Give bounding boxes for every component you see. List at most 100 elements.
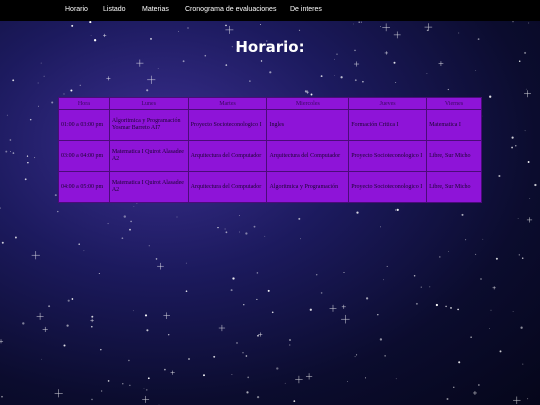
star bbox=[453, 386, 455, 388]
star bbox=[157, 68, 159, 69]
star bbox=[245, 232, 248, 235]
star bbox=[1, 241, 4, 244]
star bbox=[225, 64, 228, 66]
star bbox=[354, 79, 357, 82]
star bbox=[27, 161, 29, 164]
sparkle-star bbox=[295, 375, 303, 384]
star bbox=[128, 359, 130, 362]
star bbox=[101, 390, 103, 392]
star bbox=[362, 80, 364, 83]
star bbox=[54, 194, 57, 197]
star bbox=[6, 114, 8, 116]
star bbox=[380, 226, 381, 228]
star bbox=[478, 384, 480, 386]
star bbox=[66, 324, 69, 327]
star bbox=[129, 384, 131, 386]
star bbox=[377, 313, 379, 316]
star bbox=[259, 24, 261, 26]
star bbox=[515, 145, 517, 147]
nav-link-materias[interactable]: Materias bbox=[142, 6, 169, 13]
star bbox=[57, 210, 59, 213]
table-row: 04:00 a 05:00 pm Matematica I Quirot Ala… bbox=[58, 171, 482, 203]
sparkle-star bbox=[258, 332, 263, 337]
star bbox=[395, 378, 397, 380]
star bbox=[238, 215, 240, 216]
star bbox=[144, 314, 148, 317]
sparkle-star bbox=[103, 33, 107, 38]
star bbox=[0, 207, 1, 209]
star bbox=[394, 209, 397, 211]
star bbox=[289, 344, 291, 346]
star bbox=[83, 250, 85, 252]
star bbox=[238, 231, 240, 233]
sparkle-star bbox=[492, 286, 496, 290]
star bbox=[256, 298, 258, 300]
star bbox=[257, 334, 259, 337]
star bbox=[343, 272, 345, 273]
table-cell: Matematica I Quirot Alasadee A2 bbox=[108, 140, 189, 172]
star bbox=[429, 286, 431, 288]
nav-link-cronograma[interactable]: Cronograma de evaluaciones bbox=[185, 6, 276, 13]
star bbox=[43, 75, 45, 77]
star bbox=[213, 355, 216, 358]
star bbox=[123, 215, 126, 218]
star bbox=[489, 328, 490, 329]
star bbox=[413, 274, 416, 277]
star bbox=[185, 262, 187, 264]
sparkle-star bbox=[42, 326, 48, 333]
star bbox=[91, 315, 94, 318]
star bbox=[470, 336, 472, 338]
star bbox=[393, 61, 396, 64]
star bbox=[167, 333, 170, 336]
schedule-table: Hora Lunes Martes Miercoles Jueves Viern… bbox=[58, 97, 482, 203]
star bbox=[147, 377, 150, 380]
nav-link-horario[interactable]: Horario bbox=[65, 6, 88, 13]
table-cell: Formación Critica I bbox=[348, 109, 428, 141]
star bbox=[395, 82, 397, 83]
star bbox=[365, 297, 369, 300]
star bbox=[379, 26, 381, 28]
table-header-row: Hora Lunes Martes Miercoles Jueves Viern… bbox=[58, 97, 482, 110]
star bbox=[315, 274, 318, 276]
star bbox=[185, 290, 188, 293]
star bbox=[276, 367, 279, 370]
star bbox=[5, 150, 8, 153]
star bbox=[310, 93, 313, 96]
star bbox=[187, 27, 189, 29]
star bbox=[14, 236, 17, 239]
star bbox=[246, 391, 249, 394]
nav-link-de-interes[interactable]: De interes bbox=[290, 6, 322, 13]
table-cell: 04:00 a 05:00 pm bbox=[58, 171, 110, 203]
star bbox=[236, 342, 238, 344]
star bbox=[148, 245, 150, 247]
table-cell: 03:00 a 04:00 pm bbox=[58, 140, 110, 172]
sparkle-star bbox=[147, 75, 156, 84]
table-cell: Arquitectura del Computador bbox=[187, 140, 268, 172]
star bbox=[121, 237, 124, 240]
star bbox=[498, 174, 501, 178]
sparkle-star bbox=[225, 25, 234, 34]
column-header-jueves: Jueves bbox=[348, 97, 428, 110]
star bbox=[243, 304, 245, 306]
star bbox=[143, 387, 145, 389]
column-header-martes: Martes bbox=[187, 97, 268, 110]
nav-link-listado[interactable]: Listado bbox=[103, 6, 126, 13]
star bbox=[511, 146, 514, 149]
star bbox=[457, 308, 459, 311]
table-cell: Algoritmica y Programación Yosmar Barret… bbox=[108, 109, 189, 141]
star bbox=[176, 216, 178, 218]
sparkle-star bbox=[163, 312, 170, 319]
sparkle-star bbox=[157, 262, 164, 270]
star bbox=[48, 305, 51, 308]
star bbox=[245, 355, 248, 357]
table-cell: Proyecto Socioteconologico I bbox=[348, 171, 428, 203]
star bbox=[396, 208, 399, 212]
star bbox=[511, 136, 514, 139]
star bbox=[107, 223, 109, 225]
column-header-lunes: Lunes bbox=[108, 97, 189, 110]
star bbox=[340, 76, 343, 79]
star bbox=[130, 220, 132, 223]
star bbox=[447, 88, 449, 91]
star bbox=[465, 239, 467, 241]
star bbox=[415, 302, 418, 305]
